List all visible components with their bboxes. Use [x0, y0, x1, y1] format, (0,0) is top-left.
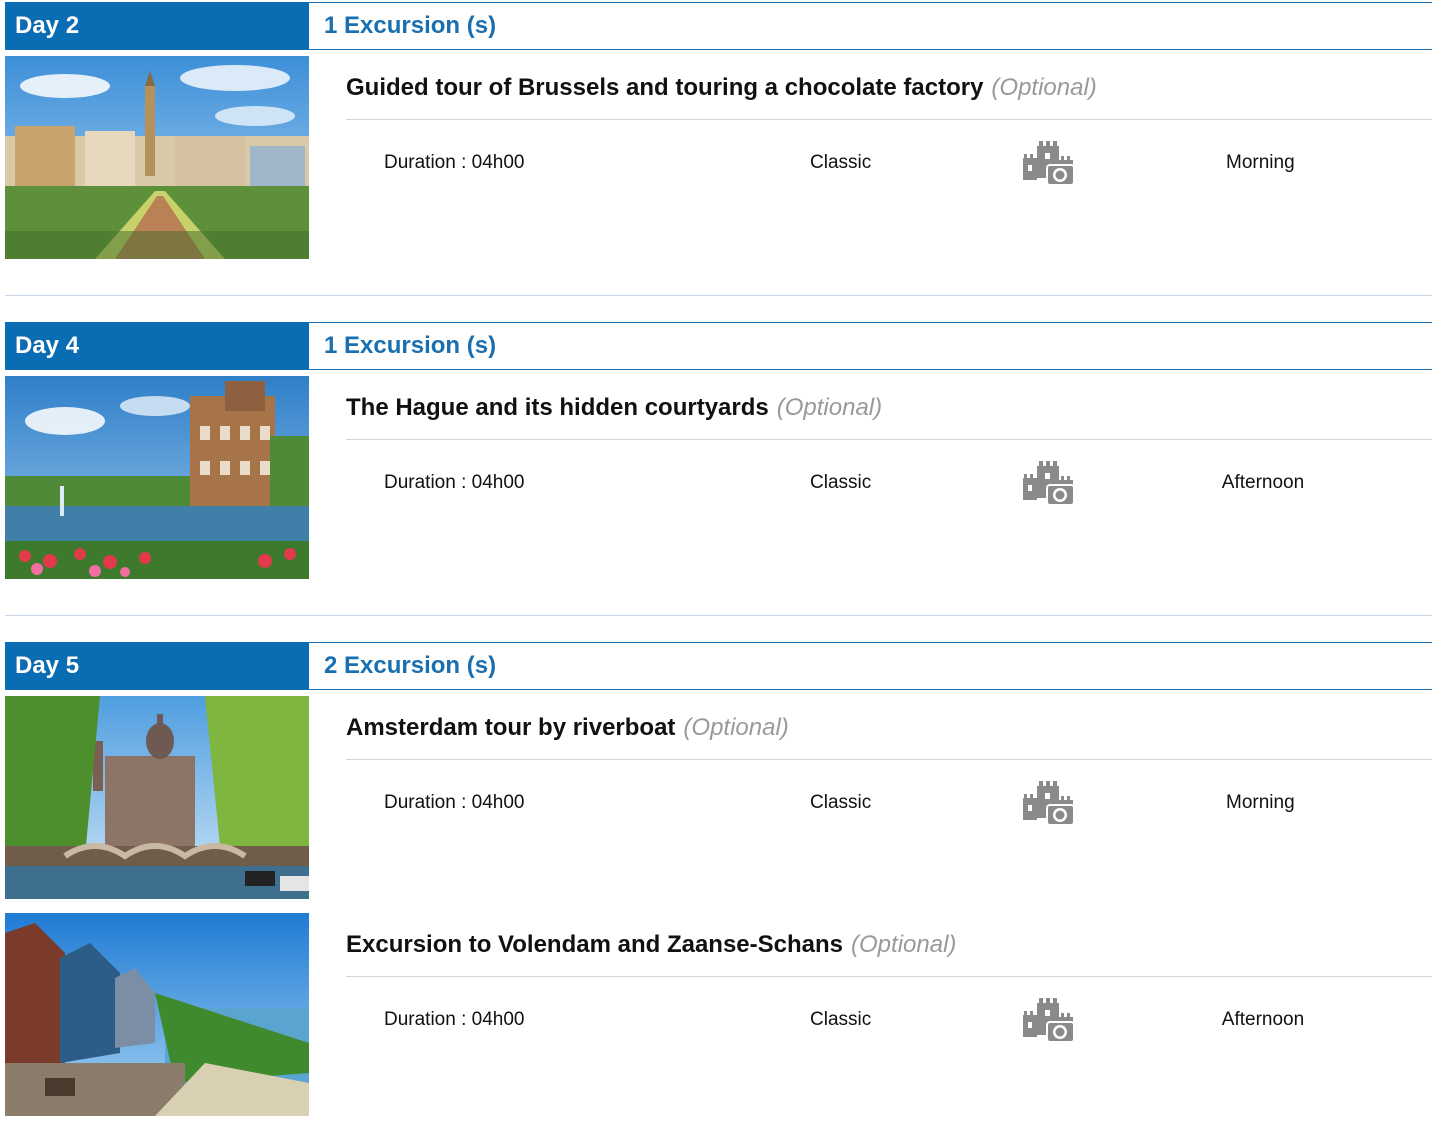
level-text: Classic — [810, 472, 872, 493]
day-separator — [5, 295, 1432, 296]
day-header: Day 5 2 Excursion (s) — [5, 642, 1432, 690]
day-label: Day 4 — [5, 322, 309, 370]
duration-text: Duration : 04h00 — [384, 472, 525, 493]
excursion-count: 1 Excursion (s) — [309, 2, 1432, 50]
castle-camera-icon — [1021, 137, 1077, 189]
day-label: Day 2 — [5, 2, 309, 50]
optional-label: (Optional) — [776, 394, 883, 421]
excursion-count: 1 Excursion (s) — [309, 322, 1432, 370]
excursion-title[interactable]: The Hague and its hidden courtyards (Opti… — [346, 394, 882, 422]
optional-label: (Optional) — [851, 931, 957, 958]
excursion-photo-volendam[interactable] — [5, 913, 309, 1116]
level-text: Classic — [810, 792, 872, 813]
excursion-title[interactable]: Amsterdam tour by riverboat (Optional) — [346, 714, 789, 742]
level-text: Classic — [810, 152, 872, 173]
excursion-title[interactable]: Guided tour of Brussels and touring a ch… — [346, 74, 1097, 102]
time-of-day-text: Afternoon — [1221, 1009, 1305, 1030]
excursion-item[interactable]: Amsterdam tour by riverboat (Optional) Du… — [5, 696, 1432, 900]
optional-label: (Optional) — [683, 714, 789, 741]
divider — [346, 119, 1432, 120]
level-text: Classic — [810, 1009, 872, 1030]
excursion-title-text[interactable]: The Hague and its hidden courtyards — [346, 394, 769, 421]
day-label: Day 5 — [5, 642, 309, 690]
excursion-title-text[interactable]: Excursion to Volendam and Zaanse-Schans — [346, 931, 843, 958]
day-header: Day 4 1 Excursion (s) — [5, 322, 1432, 370]
time-of-day-text: Afternoon — [1221, 472, 1305, 493]
excursion-title-text[interactable]: Guided tour of Brussels and touring a ch… — [346, 74, 983, 101]
excursion-item[interactable]: Guided tour of Brussels and touring a ch… — [5, 56, 1432, 260]
castle-camera-icon — [1021, 777, 1077, 829]
excursion-photo-brussels[interactable] — [5, 56, 309, 259]
excursion-item[interactable]: The Hague and its hidden courtyards (Opti… — [5, 376, 1432, 580]
duration-text: Duration : 04h00 — [384, 792, 525, 813]
divider — [346, 759, 1432, 760]
divider — [346, 976, 1432, 977]
excursion-photo-hague[interactable] — [5, 376, 309, 579]
excursion-title[interactable]: Excursion to Volendam and Zaanse-Schans (… — [346, 931, 956, 959]
excursion-count: 2 Excursion (s) — [309, 642, 1432, 690]
excursion-photo-amsterdam[interactable] — [5, 696, 309, 899]
excursion-title-text[interactable]: Amsterdam tour by riverboat — [346, 714, 675, 741]
castle-camera-icon — [1021, 994, 1077, 1046]
time-of-day-text: Morning — [1226, 792, 1295, 813]
day-separator — [5, 615, 1432, 616]
duration-text: Duration : 04h00 — [384, 1009, 525, 1030]
excursion-item[interactable]: Excursion to Volendam and Zaanse-Schans (… — [5, 913, 1432, 1117]
day-header: Day 2 1 Excursion (s) — [5, 2, 1432, 50]
optional-label: (Optional) — [991, 74, 1097, 101]
divider — [346, 439, 1432, 440]
castle-camera-icon — [1021, 457, 1077, 509]
time-of-day-text: Morning — [1226, 152, 1295, 173]
duration-text: Duration : 04h00 — [384, 152, 525, 173]
